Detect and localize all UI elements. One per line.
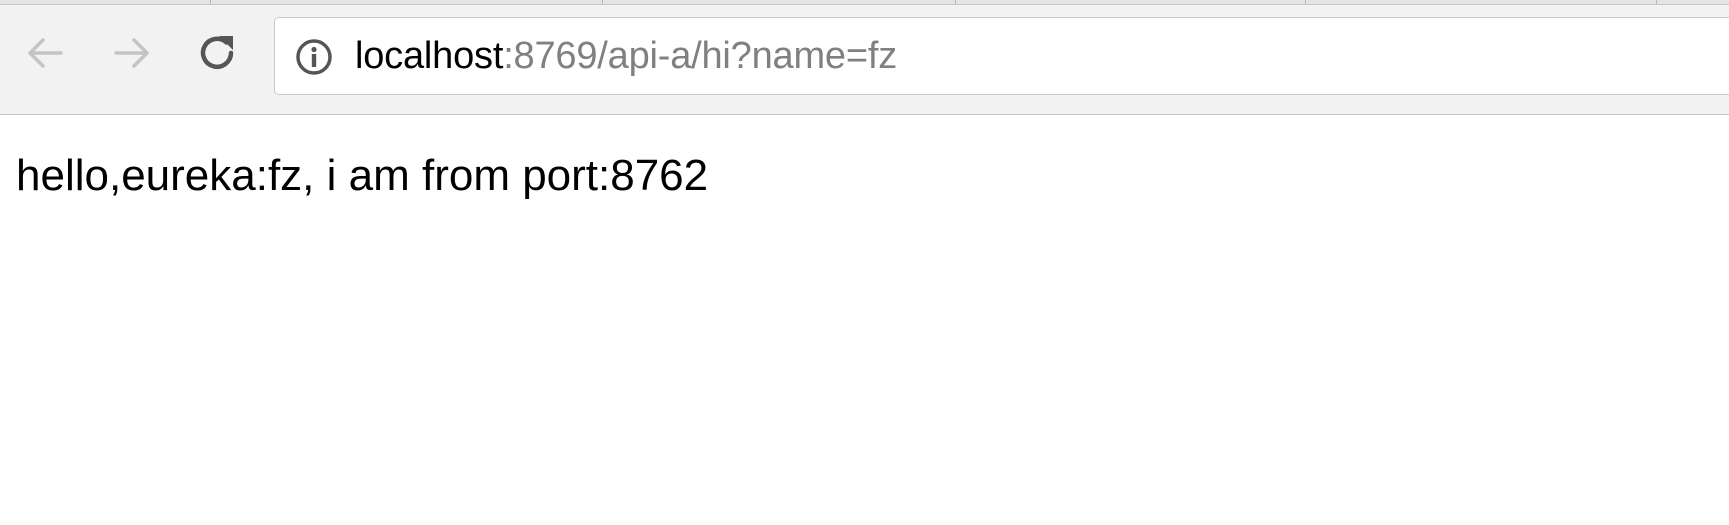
forward-arrow-icon: [114, 38, 149, 68]
reload-icon: [200, 36, 234, 70]
url-host: localhost: [355, 35, 504, 77]
tab-separator: [210, 0, 211, 4]
back-button[interactable]: [17, 25, 73, 81]
url-path: :8769/api-a/hi?name=fz: [503, 35, 898, 77]
tab-separator: [1656, 0, 1657, 4]
back-arrow-icon: [28, 38, 63, 68]
address-bar[interactable]: localhost:8769/api-a/hi?name=fz: [274, 17, 1729, 95]
forward-button[interactable]: [104, 25, 160, 81]
info-icon[interactable]: [295, 38, 333, 76]
tab-separator: [602, 0, 603, 4]
page-body-text: hello,eureka:fz, i am from port:8762: [16, 151, 709, 200]
tab-separator: [955, 0, 956, 4]
tab-separator: [1305, 0, 1306, 4]
url-text: localhost:8769/api-a/hi?name=fz: [355, 18, 897, 94]
browser-toolbar: localhost:8769/api-a/hi?name=fz: [0, 5, 1729, 115]
reload-button[interactable]: [190, 25, 246, 81]
